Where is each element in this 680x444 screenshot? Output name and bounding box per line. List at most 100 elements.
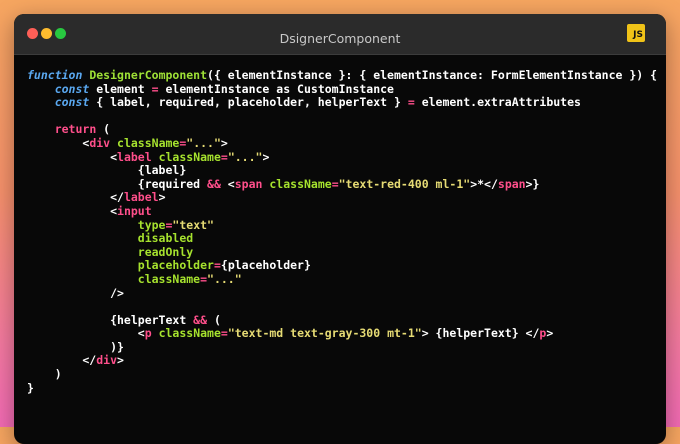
code-line: </label> [27,191,657,205]
code-token: < [27,135,90,150]
code-token: < [220,176,235,191]
code-token: = [220,326,228,341]
code-token: span [497,176,526,191]
code-token: label [117,149,152,164]
code-token: > [262,149,270,164]
code-line: {required && <span className="text-red-4… [27,176,657,192]
code-editor: function DesignerComponent({ elementInst… [27,68,658,396]
code-token: )} [27,339,124,354]
code-token: disabled [137,231,194,246]
code-token: ( [96,122,111,137]
code-token: placeholder [137,258,214,273]
code-token: {helperText [27,312,194,327]
code-token: className [117,135,180,150]
code-token: ({ elementInstance }: { elementInstance:… [207,68,658,82]
code-line: ) [27,367,657,382]
code-line: type="text" [27,217,657,233]
code-line: return ( [27,123,657,137]
code-token: >*</ [470,176,498,191]
code-token: /> [27,285,124,300]
code-token: < [27,149,118,164]
code-token: >} [525,176,540,191]
code-token: > [117,353,124,368]
code-token: div [96,353,118,368]
code-token: = [151,81,159,96]
code-token: function [27,68,83,82]
code-window: DsignerComponent JS function DesignerCom… [14,14,666,444]
window-title: DsignerComponent [279,31,401,46]
code-token: = [220,149,228,164]
javascript-language-icon: JS [627,24,645,42]
code-line: /> [27,285,657,301]
code-token: "text-red-400 ml-1" [338,176,471,191]
code-token: > {helperText} </ [421,326,540,341]
code-line: placeholder={placeholder} [27,259,657,273]
code-token: className [137,271,201,286]
code-line: {helperText && ( [27,312,657,328]
code-line: className="..." [27,271,657,287]
code-token: className [269,176,332,191]
code-line: function DesignerComponent({ elementInst… [27,68,658,83]
code-token: > [220,135,228,150]
code-token: DesignerComponent [89,68,208,82]
code-token: element [89,81,152,96]
code-token: "..." [186,135,221,150]
code-token: return [54,122,97,137]
code-line: <input [27,203,657,219]
code-token: } [27,380,34,395]
code-token: span [234,176,263,191]
code-token: {required [27,176,208,191]
code-token: && [207,176,221,191]
code-token: const [54,95,90,110]
code-token: = [213,258,221,273]
code-line: const element = elementInstance as Custo… [27,81,657,97]
code-line: )} [27,339,657,355]
code-token: "text-md text-gray-300 mt-1" [227,326,422,341]
code-token: </ [27,190,124,205]
code-token: className [158,149,221,164]
code-token: = [407,95,415,110]
code-token: type [137,217,166,232]
code-token: {label} [27,163,187,178]
code-token: ( [207,312,221,327]
code-line: readOnly [27,244,657,260]
code-token: p [144,326,152,341]
code-token: {placeholder} [220,258,311,273]
code-token: "..." [227,149,263,164]
code-token: </ [27,353,97,368]
code-line: {label} [27,163,657,178]
code-token: div [89,135,111,150]
code-token: "..." [207,271,242,286]
code-token: input [117,203,152,218]
code-token: < [27,326,145,341]
code-token: element.extraAttributes [414,95,581,110]
code-line: <p className="text-md text-gray-300 mt-1… [27,326,657,341]
code-token: > [546,326,554,341]
code-token: readOnly [137,244,194,259]
code-line: } [27,380,657,396]
code-token: < [27,203,118,218]
code-line: <div className="..."> [27,135,657,151]
code-token: "text" [172,217,214,232]
code-token: label [123,190,159,205]
code-token: && [193,312,208,327]
code-line: </div> [27,354,657,368]
code-token: = [331,176,339,191]
code-token: ) [27,367,62,382]
code-token: className [158,326,221,341]
code-token: { label, required, placeholder, helperTe… [89,95,408,110]
code-token: = [200,271,208,286]
code-token: const [54,81,90,96]
code-token: elementInstance as CustomInstance [158,81,394,96]
